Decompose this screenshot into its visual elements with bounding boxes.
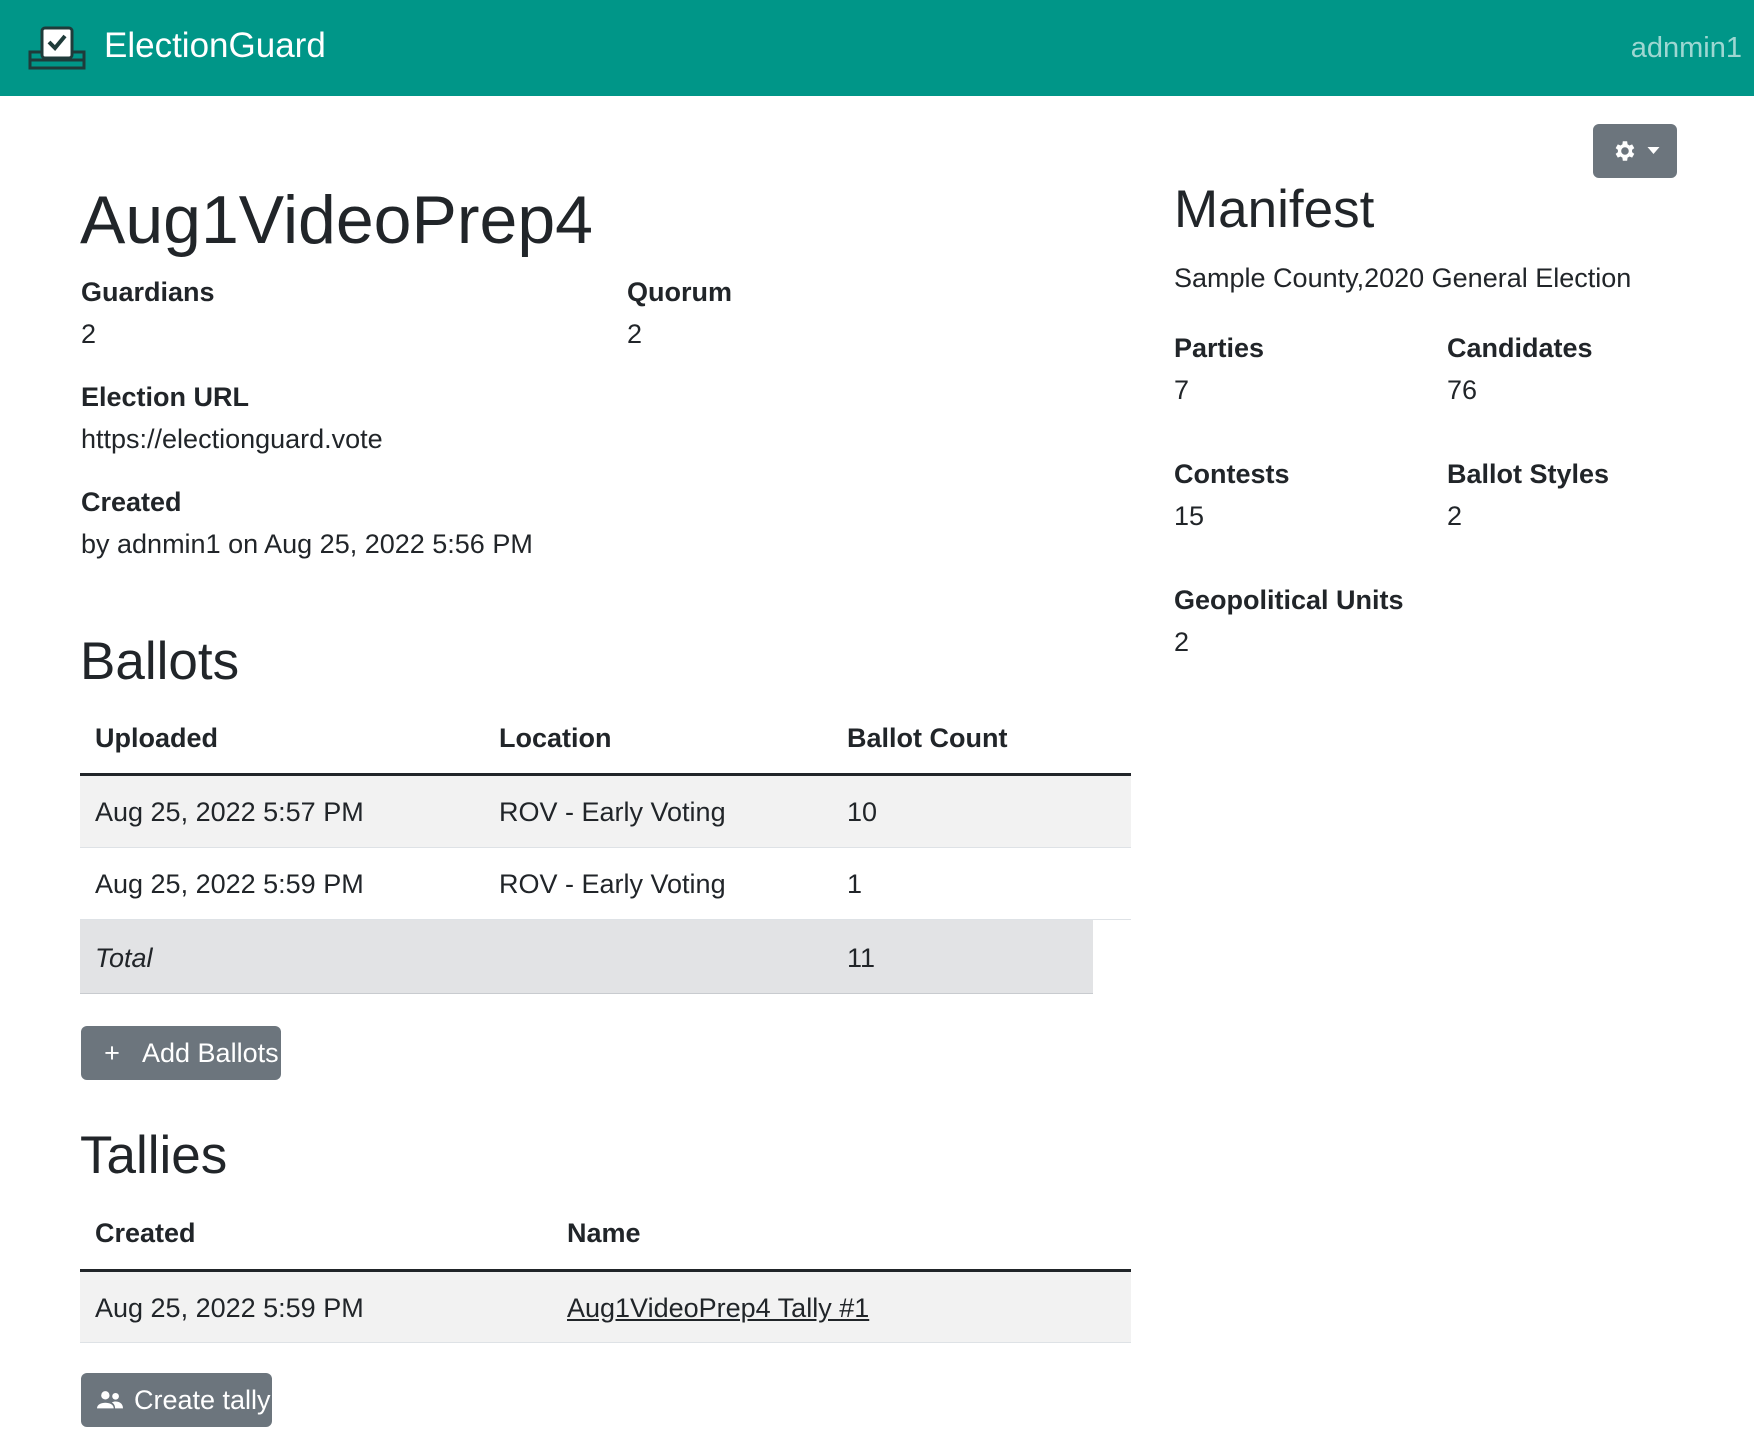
column-header-name: Name (567, 1218, 641, 1248)
election-url-label: Election URL (81, 382, 250, 412)
parties-label: Parties (1174, 333, 1265, 363)
add-ballots-label: Add Ballots (142, 1038, 279, 1068)
contests-label: Contests (1174, 459, 1290, 489)
cell-created: Aug 25, 2022 5:59 PM (95, 1293, 364, 1323)
cell-ballot-count: 1 (847, 869, 863, 899)
table-row: Aug 25, 2022 5:59 PM ROV - Early Voting … (80, 848, 1131, 920)
table-row: Aug 25, 2022 5:59 PM Aug1VideoPrep4 Tall… (80, 1272, 1131, 1343)
create-tally-button[interactable]: Create tally (81, 1373, 272, 1427)
total-value: 11 (847, 943, 876, 973)
column-header-location: Location (499, 723, 612, 753)
guardians-label: Guardians (81, 277, 215, 307)
ballots-table: Uploaded Location Ballot Count Aug 25, 2… (80, 700, 1131, 994)
manifest-heading: Manifest (1174, 180, 1375, 239)
ballot-styles-value: 2 (1447, 501, 1463, 531)
top-navbar: ElectionGuard adnmin1 (0, 0, 1754, 96)
election-url-value: https://electionguard.vote (81, 424, 383, 454)
ballots-total-row: Total 11 (80, 920, 1093, 994)
cell-ballot-count: 10 (847, 797, 878, 827)
cell-uploaded: Aug 25, 2022 5:57 PM (95, 797, 364, 827)
create-tally-label: Create tally (134, 1385, 271, 1415)
table-row: Aug 25, 2022 5:57 PM ROV - Early Voting … (80, 776, 1131, 848)
tallies-table: Created Name Aug 25, 2022 5:59 PM Aug1Vi… (80, 1195, 1131, 1343)
ballot-styles-label: Ballot Styles (1447, 459, 1610, 489)
geopolitical-units-value: 2 (1174, 627, 1190, 657)
tally-link[interactable]: Aug1VideoPrep4 Tally #1 (567, 1290, 869, 1326)
created-label: Created (81, 487, 182, 517)
cell-uploaded: Aug 25, 2022 5:59 PM (95, 869, 364, 899)
ballot-box-icon[interactable] (26, 26, 88, 70)
chevron-down-icon (1647, 147, 1659, 154)
total-label: Total (95, 943, 153, 973)
created-value: by adnmin1 on Aug 25, 2022 5:56 PM (81, 529, 533, 559)
candidates-value: 76 (1447, 375, 1478, 405)
guardians-value: 2 (81, 319, 97, 349)
column-header-ballot-count: Ballot Count (847, 723, 1008, 753)
cell-location: ROV - Early Voting (499, 869, 726, 899)
election-title: Aug1VideoPrep4 (80, 182, 593, 258)
settings-dropdown-button[interactable] (1593, 124, 1677, 178)
add-ballots-button[interactable]: + Add Ballots (81, 1026, 281, 1080)
candidates-label: Candidates (1447, 333, 1593, 363)
user-menu[interactable]: adnmin1 (1631, 28, 1742, 68)
geopolitical-units-label: Geopolitical Units (1174, 585, 1404, 615)
gear-icon (1615, 141, 1634, 161)
ballots-heading: Ballots (80, 632, 240, 691)
contests-value: 15 (1174, 501, 1205, 531)
people-icon (97, 1391, 123, 1409)
tallies-table-header: Created Name (80, 1195, 1131, 1272)
cell-location: ROV - Early Voting (499, 797, 726, 827)
quorum-value: 2 (627, 319, 643, 349)
plus-icon: + (104, 1038, 120, 1068)
manifest-subtitle: Sample County,2020 General Election (1174, 263, 1632, 293)
column-header-created: Created (95, 1218, 196, 1248)
quorum-label: Quorum (627, 277, 732, 307)
tallies-heading: Tallies (80, 1126, 228, 1185)
parties-value: 7 (1174, 375, 1190, 405)
column-header-uploaded: Uploaded (95, 723, 219, 753)
ballots-table-header: Uploaded Location Ballot Count (80, 700, 1131, 776)
brand-name[interactable]: ElectionGuard (104, 24, 326, 68)
